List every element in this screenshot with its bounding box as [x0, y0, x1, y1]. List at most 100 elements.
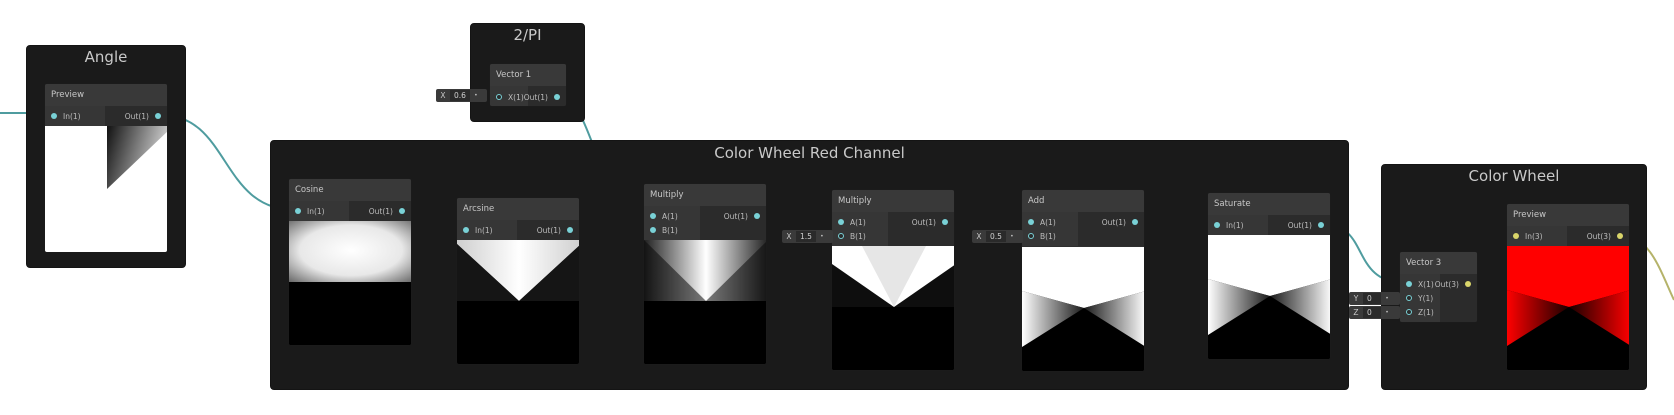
input-port-x[interactable]: X(1)	[496, 93, 524, 102]
port-dot-icon	[754, 213, 760, 219]
port-dot-icon	[155, 113, 161, 119]
preview-image	[457, 240, 579, 364]
output-port-out[interactable]: Out(1)	[125, 112, 161, 121]
preview-image	[1208, 235, 1330, 359]
group-color-wheel-red-channel[interactable]: Color Wheel Red Channel	[270, 140, 1349, 390]
value-input[interactable]: 0.5	[986, 231, 1006, 242]
group-title: Color Wheel Red Channel	[714, 144, 905, 162]
port-dot-icon	[650, 227, 656, 233]
input-port-in[interactable]: In(1)	[51, 112, 81, 121]
input-port-in[interactable]: In(1)	[1214, 221, 1244, 230]
input-port-in[interactable]: In(3)	[1513, 232, 1543, 241]
port-dot-icon	[51, 113, 57, 119]
preview-image	[289, 221, 411, 345]
port-dot-icon	[838, 233, 844, 239]
node-title: Multiply	[832, 190, 954, 212]
node-vector3[interactable]: Vector 3 X(1) Y(1) Z(1) Out(3)	[1399, 251, 1478, 323]
input-port-x[interactable]: X(1)	[1406, 280, 1434, 289]
output-port-out[interactable]: Out(1)	[1102, 218, 1138, 227]
node-title: Preview	[1507, 204, 1629, 226]
drag-handle-icon[interactable]: •	[1006, 233, 1018, 240]
add-b-field[interactable]: X 0.5 •	[972, 230, 1023, 243]
vector1-x-field[interactable]: X 0.6 •	[436, 89, 487, 102]
drag-handle-icon[interactable]: •	[470, 92, 482, 99]
output-port-out[interactable]: Out(1)	[537, 226, 573, 235]
port-dot-icon	[1406, 309, 1412, 315]
input-port-in[interactable]: In(1)	[295, 207, 325, 216]
group-angle[interactable]: Angle Preview In(1) Out(1)	[26, 45, 186, 268]
node-title: Saturate	[1208, 193, 1330, 215]
node-title: Multiply	[644, 184, 766, 206]
group-title: 2/PI	[513, 26, 542, 44]
port-dot-icon	[1406, 295, 1412, 301]
node-vector1[interactable]: Vector 1 X(1) Out(1)	[489, 63, 567, 107]
port-dot-icon	[838, 219, 844, 225]
preview-image	[644, 240, 766, 364]
node-cosine[interactable]: Cosine In(1) Out(1)	[288, 178, 412, 346]
node-title: Cosine	[289, 179, 411, 201]
input-port-z[interactable]: Z(1)	[1406, 308, 1434, 317]
port-dot-icon	[1465, 281, 1471, 287]
output-port-out[interactable]: Out(1)	[369, 207, 405, 216]
node-multiply[interactable]: Multiply A(1) B(1) Out(1)	[643, 183, 767, 365]
preview-image	[1022, 247, 1144, 371]
port-dot-icon	[295, 208, 301, 214]
value-input[interactable]: 0.6	[450, 90, 470, 101]
drag-handle-icon[interactable]: •	[1381, 295, 1393, 302]
input-port-a[interactable]: A(1)	[1028, 218, 1056, 227]
port-dot-icon	[1406, 281, 1412, 287]
node-add[interactable]: Add A(1) B(1) Out(1)	[1021, 189, 1145, 372]
port-dot-icon	[1028, 219, 1034, 225]
port-dot-icon	[942, 219, 948, 225]
output-port-out[interactable]: Out(1)	[524, 93, 560, 102]
group-title: Color Wheel	[1468, 167, 1560, 185]
preview-image	[1507, 246, 1629, 370]
input-port-a[interactable]: A(1)	[838, 218, 866, 227]
value-input[interactable]: 1.5	[796, 231, 816, 242]
input-port-b[interactable]: B(1)	[838, 232, 866, 241]
output-port-out[interactable]: Out(1)	[1288, 221, 1324, 230]
group-2-over-pi[interactable]: 2/PI Vector 1 X(1) Out(1)	[470, 23, 585, 122]
port-dot-icon	[1617, 233, 1623, 239]
value-input[interactable]: 0	[1363, 293, 1381, 304]
input-port-b[interactable]: B(1)	[650, 226, 678, 235]
node-title: Add	[1022, 190, 1144, 212]
input-port-b[interactable]: B(1)	[1028, 232, 1056, 241]
value-input[interactable]: 0	[1363, 307, 1381, 318]
vector3-z-field[interactable]: Z 0 •	[1349, 306, 1400, 319]
drag-handle-icon[interactable]: •	[816, 233, 828, 240]
port-dot-icon	[1513, 233, 1519, 239]
node-saturate[interactable]: Saturate In(1) Out(1)	[1207, 192, 1331, 360]
node-arcsine[interactable]: Arcsine In(1) Out(1)	[456, 197, 580, 365]
preview-image	[832, 246, 954, 370]
node-preview-color-wheel[interactable]: Preview In(3) Out(3)	[1506, 203, 1630, 371]
node-multiply-2[interactable]: Multiply A(1) B(1) Out(1)	[831, 189, 955, 371]
group-title: Angle	[84, 48, 128, 66]
input-port-y[interactable]: Y(1)	[1406, 294, 1433, 303]
port-dot-icon	[567, 227, 573, 233]
node-title: Preview	[45, 84, 167, 106]
port-dot-icon	[496, 94, 502, 100]
port-dot-icon	[399, 208, 405, 214]
drag-handle-icon[interactable]: •	[1381, 309, 1393, 316]
port-dot-icon	[1318, 222, 1324, 228]
output-port-out[interactable]: Out(1)	[724, 212, 760, 221]
input-port-in[interactable]: In(1)	[463, 226, 493, 235]
vector3-y-field[interactable]: Y 0 •	[1349, 292, 1400, 305]
port-dot-icon	[1214, 222, 1220, 228]
port-dot-icon	[554, 94, 560, 100]
port-dot-icon	[1132, 219, 1138, 225]
node-title: Arcsine	[457, 198, 579, 220]
preview-image	[45, 126, 167, 252]
port-dot-icon	[463, 227, 469, 233]
port-dot-icon	[650, 213, 656, 219]
port-dot-icon	[1028, 233, 1034, 239]
multiply-b-field[interactable]: X 1.5 •	[782, 230, 833, 243]
output-port-out[interactable]: Out(3)	[1587, 232, 1623, 241]
input-port-a[interactable]: A(1)	[650, 212, 678, 221]
node-title: Vector 1	[490, 64, 566, 86]
output-port-out[interactable]: Out(1)	[912, 218, 948, 227]
output-port-out[interactable]: Out(3)	[1435, 280, 1471, 289]
node-preview[interactable]: Preview In(1) Out(1)	[44, 83, 168, 253]
node-title: Vector 3	[1400, 252, 1477, 274]
